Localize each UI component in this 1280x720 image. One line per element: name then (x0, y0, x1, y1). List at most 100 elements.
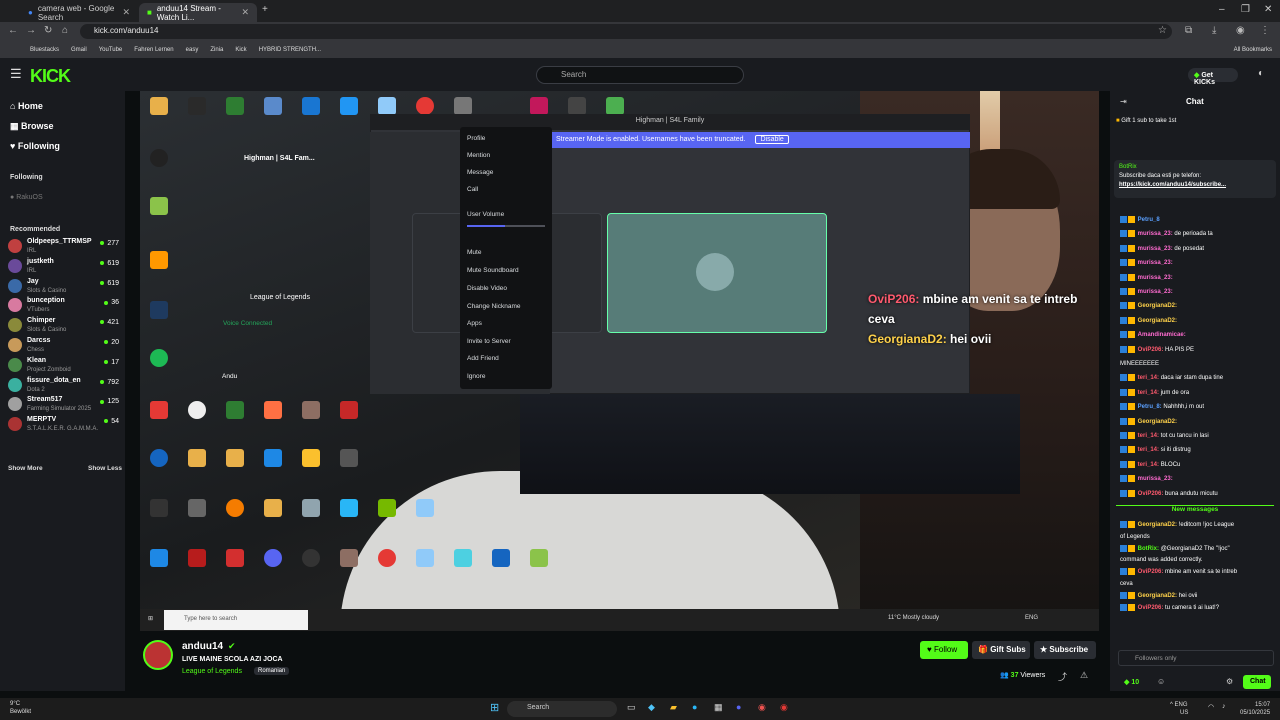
chat-username[interactable]: murissa_23: (1138, 476, 1173, 482)
nav-home[interactable]: ⌂ Home (10, 101, 43, 111)
wifi-icon[interactable]: ◠ (1208, 703, 1214, 711)
download-icon[interactable]: ⤓ (1212, 25, 1216, 36)
tab-google-search[interactable]: ● camera web - Google Search ✕ (20, 3, 138, 22)
user-menu-icon[interactable]: ◐ (1258, 68, 1264, 79)
edge-icon[interactable]: ● (692, 702, 697, 712)
recommended-channel[interactable]: justketh IRL 619 (8, 257, 121, 279)
menu-item[interactable]: Disable Video (467, 285, 507, 292)
menu-item[interactable]: Ignore (467, 373, 485, 380)
chat-message[interactable]: MINEEEEEEE (1120, 360, 1272, 368)
bookmark[interactable]: YouTube (99, 47, 123, 53)
bookmark[interactable]: Zinia (210, 47, 223, 53)
minimize-icon[interactable]: – (1219, 4, 1225, 15)
url-field[interactable]: kick.com/anduu14 (80, 24, 1172, 39)
nav-browse[interactable]: ▦ Browse (10, 121, 54, 132)
language-tag[interactable]: Romanian (254, 667, 290, 675)
channel-name[interactable]: anduu14 (182, 641, 223, 652)
channel-avatar[interactable] (143, 640, 173, 670)
send-chat-button[interactable]: Chat (1243, 675, 1271, 689)
bookmark[interactable]: Kick (235, 47, 246, 53)
disable-button[interactable]: Disable (755, 135, 789, 144)
emote-icon[interactable]: ☺ (1157, 677, 1165, 686)
app-icon[interactable]: ▦ (714, 702, 723, 713)
pin-link[interactable]: https://kick.com/anduu14/subscribe... (1119, 182, 1226, 188)
chat-username[interactable]: Petru_8: (1138, 404, 1162, 410)
chat-message[interactable]: GeorgianaD2: (1120, 417, 1272, 426)
close-icon[interactable]: ✕ (241, 7, 249, 18)
chat-username[interactable]: GeorgianaD2: (1138, 419, 1177, 425)
chat-username[interactable]: teri_14: (1138, 447, 1159, 453)
settings-icon[interactable]: ⚙ (1226, 677, 1233, 686)
os-search-box[interactable]: Search (507, 701, 617, 717)
chat-message[interactable]: GeorgianaD2: !editcom !joc League (1120, 521, 1272, 529)
menu-item[interactable]: Profile (467, 135, 485, 142)
recommended-channel[interactable]: fissure_dota_en Dota 2 792 (8, 376, 121, 398)
chat-username[interactable]: murissa_23: (1138, 246, 1173, 252)
gift-subs-button[interactable]: 🎁 Gift Subs (972, 641, 1030, 659)
chat-message[interactable]: Petru_8 (1120, 216, 1272, 224)
extensions-icon[interactable]: ⧉ (1185, 25, 1192, 36)
chat-username[interactable]: BotRix: (1138, 546, 1159, 552)
back-icon[interactable]: ← (8, 25, 18, 36)
chat-username[interactable]: murissa_23: (1138, 260, 1173, 266)
chat-message[interactable]: ceva (1120, 580, 1272, 588)
volume-icon[interactable]: ♪ (1222, 703, 1226, 710)
menu-item[interactable]: Call (467, 186, 478, 193)
home-icon[interactable]: ⌂ (62, 25, 68, 36)
chat-message[interactable]: teri_14: tot cu tancu in lasi (1120, 432, 1272, 440)
chat-username[interactable]: OviP206: (1138, 347, 1164, 353)
nav-following[interactable]: ♥ Following (10, 141, 60, 151)
chat-message[interactable]: GeorgianaD2: (1120, 302, 1272, 310)
chat-username[interactable]: teri_14: (1138, 433, 1159, 439)
chat-message[interactable]: murissa_23: (1120, 259, 1272, 267)
chat-username[interactable]: Petru_8 (1138, 217, 1160, 223)
collapse-chat-icon[interactable]: ⇥ (1120, 97, 1127, 106)
subscribe-button[interactable]: ★ Subscribe (1034, 641, 1096, 659)
bookmark[interactable]: easy (186, 47, 199, 53)
share-icon[interactable]: ⤴ (1058, 670, 1067, 683)
system-tray[interactable]: ^ ENG US (1170, 701, 1188, 717)
show-more-link[interactable]: Show More (8, 465, 43, 472)
app-icon[interactable]: ◉ (758, 702, 766, 713)
maximize-icon[interactable]: ❐ (1241, 4, 1250, 15)
tab-kick-stream[interactable]: ■ anduu14 Stream - Watch Li... ✕ (139, 3, 257, 22)
chat-message[interactable]: OviP206: mbine am venit sa te intreb (1120, 568, 1272, 576)
chat-message[interactable]: murissa_23: (1120, 475, 1272, 483)
task-view-icon[interactable]: ▭ (627, 702, 636, 713)
hamburger-menu-icon[interactable]: ☰ (10, 66, 22, 82)
close-icon[interactable]: ✕ (122, 7, 130, 18)
chat-username[interactable]: murissa_23: (1138, 289, 1173, 295)
menu-item[interactable]: Change Nickname (467, 303, 520, 310)
chat-message[interactable]: murissa_23: (1120, 288, 1272, 296)
chat-message[interactable]: command was added correctly. (1120, 556, 1272, 564)
recommended-channel[interactable]: Chimper Slots & Casino 421 (8, 316, 121, 338)
forward-icon[interactable]: → (26, 25, 36, 36)
chat-message[interactable]: GeorgianaD2: (1120, 316, 1272, 325)
menu-item[interactable]: Mention (467, 152, 490, 159)
chat-message[interactable]: OviP206: buna andutu micutu (1120, 489, 1272, 498)
chat-message[interactable]: OviP206: tu camera ti ai luat!? (1120, 603, 1272, 612)
bookmark-star-icon[interactable]: ☆ (1158, 25, 1167, 36)
chat-message[interactable]: teri_14: BLOCu (1120, 460, 1272, 469)
menu-item[interactable]: Mute Soundboard (467, 267, 519, 274)
gift-leaderboard[interactable]: ■ Gift 1 sub to take 1st (1116, 118, 1274, 138)
os-clock[interactable]: 15:07 05/10/2025 (1240, 701, 1270, 717)
kick-logo[interactable]: KICK (30, 66, 71, 87)
menu-item[interactable]: Message (467, 169, 493, 176)
app-icon[interactable]: ◆ (648, 702, 655, 713)
report-icon[interactable]: ⚠ (1080, 670, 1088, 681)
chat-username[interactable]: GeorgianaD2: (1138, 303, 1177, 309)
recommended-channel[interactable]: Jay Slots & Casino 619 (8, 277, 121, 299)
windows-start-icon[interactable]: ⊞ (490, 701, 499, 714)
search-input[interactable]: Search (536, 66, 744, 84)
menu-item[interactable]: Apps (467, 320, 482, 327)
file-explorer-icon[interactable]: ▰ (670, 702, 677, 713)
new-tab-icon[interactable]: + (262, 4, 268, 15)
chat-message[interactable]: OviP206: HA PIS PE (1120, 345, 1272, 354)
kicks-balance[interactable]: ◆ 10 (1124, 678, 1139, 686)
chat-message[interactable]: of Legends (1120, 533, 1272, 541)
chat-message[interactable]: Petru_8: Nahhhh,i m out (1120, 403, 1272, 411)
chat-message[interactable]: GeorgianaD2: hei ovii (1120, 591, 1272, 600)
chat-message[interactable]: murissa_23: (1120, 273, 1272, 282)
discord-icon[interactable]: ● (736, 702, 741, 712)
